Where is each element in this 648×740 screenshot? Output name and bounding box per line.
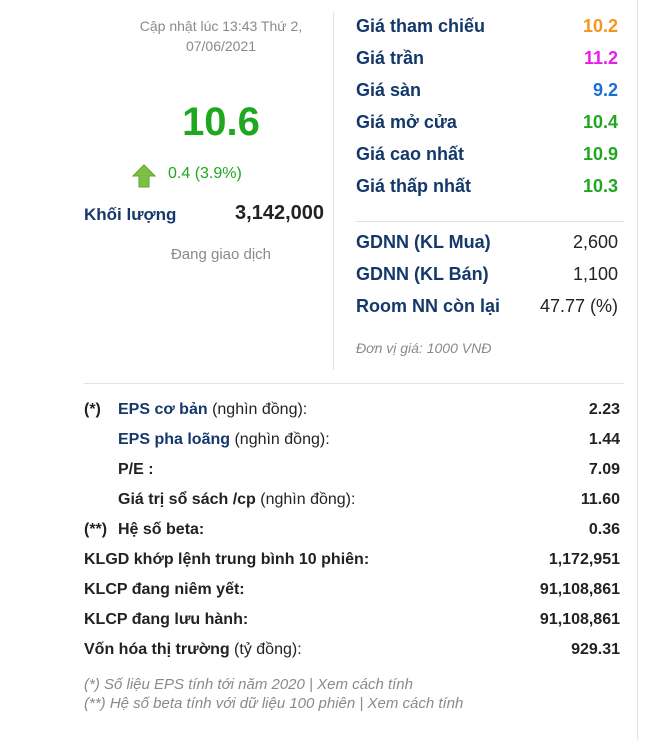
fundamental-row: P/E : 7.09 [84,461,620,485]
row-value: 0.36 [588,521,620,538]
fundamental-row: (**) Hệ số beta: 0.36 [84,521,620,545]
row-unit: (nghìn đồng): [207,401,308,418]
reference-price-value: 10.2 [582,16,618,36]
row-label: KLCP đang lưu hành: [84,611,249,628]
fundamental-row: KLCP đang niêm yết: 91,108,861 [84,581,620,605]
foreign-sell-value: 1,100 [572,264,618,284]
low-price-label: Giá thấp nhất [356,176,472,196]
foreign-sell-label: GDNN (KL Bán) [356,264,489,284]
beta-footnote: (**) Hệ số beta tính với dữ liệu 100 phi… [84,695,464,712]
floor-price-value: 9.2 [592,80,618,100]
reference-price-label: Giá tham chiếu [356,16,486,36]
fundamental-row: (*) EPS cơ bản (nghìn đồng): 2.23 [84,401,620,425]
row-value: 1,172,951 [548,551,620,568]
right-border [637,0,638,740]
row-value: 11.60 [580,491,620,508]
open-price-label: Giá mở cửa [356,112,457,132]
row-value: 91,108,861 [539,611,620,628]
row-label: Hệ số beta: [118,521,205,538]
foreign-buy-value: 2,600 [572,232,618,252]
fundamental-row: KLGD khớp lệnh trung bình 10 phiên: 1,17… [84,551,620,575]
fundamental-row: KLCP đang lưu hành: 91,108,861 [84,611,620,635]
row-unit: (nghìn đồng): [255,491,356,508]
section-divider [356,221,624,222]
column-divider [333,12,334,370]
floor-price-label: Giá sàn [356,80,422,100]
row-unit: (tỷ đồng): [229,641,302,658]
up-arrow-icon [131,164,157,188]
ceiling-price-label: Giá trần [356,48,425,68]
ceiling-price-value: 11.2 [583,48,618,68]
stock-summary-panel: Cập nhật lúc 13:43 Thứ 2, 07/06/2021 10.… [0,0,648,740]
row-label: KLCP đang niêm yết: [84,581,245,598]
footnote-marker: (**) [84,521,108,538]
row-value: 929.31 [571,641,620,658]
eps-method-link[interactable]: Xem cách tính [317,676,413,693]
fundamental-row: Vốn hóa thị trường (tỷ đồng): 929.31 [84,641,620,665]
row-label: KLGD khớp lệnh trung bình 10 phiên: [84,551,370,568]
row-label: EPS pha loãng [118,431,231,448]
section-divider [84,383,624,384]
low-price-value: 10.3 [582,176,618,196]
row-unit: (nghìn đồng): [230,431,330,448]
current-price: 10.6 [182,100,260,144]
trading-status: Đang giao dịch [170,246,272,263]
eps-footnote: (*) Số liệu EPS tính tới năm 2020 | Xem … [84,676,413,693]
last-updated: Cập nhật lúc 13:43 Thứ 2, 07/06/2021 [139,18,303,54]
row-label: P/E : [118,461,154,478]
price-change: 0.4 (3.9%) [168,165,242,182]
fundamental-row: EPS pha loãng (nghìn đồng): 1.44 [84,431,620,455]
volume-label: Khối lượng [84,205,177,224]
high-price-value: 10.9 [582,144,618,164]
beta-method-link[interactable]: Xem cách tính [367,695,463,712]
open-price-value: 10.4 [582,112,618,132]
foreign-buy-label: GDNN (KL Mua) [356,232,491,252]
high-price-label: Giá cao nhất [356,144,465,164]
row-value: 1.44 [588,431,620,448]
row-label: Vốn hóa thị trường [84,641,230,658]
foreign-room-label: Room NN còn lại [356,296,501,316]
row-value: 2.23 [588,401,620,418]
fundamental-row: Giá trị sổ sách /cp (nghìn đồng): 11.60 [84,491,620,515]
price-unit-note: Đơn vị giá: 1000 VNĐ [356,340,492,356]
row-value: 7.09 [588,461,620,478]
foreign-room-value: 47.77 (%) [539,296,618,316]
volume-value: 3,142,000 [235,202,324,224]
row-value: 91,108,861 [539,581,620,598]
footnote-marker: (*) [84,401,101,418]
row-label: EPS cơ bản [118,401,208,418]
row-label: Giá trị sổ sách /cp [118,491,256,508]
